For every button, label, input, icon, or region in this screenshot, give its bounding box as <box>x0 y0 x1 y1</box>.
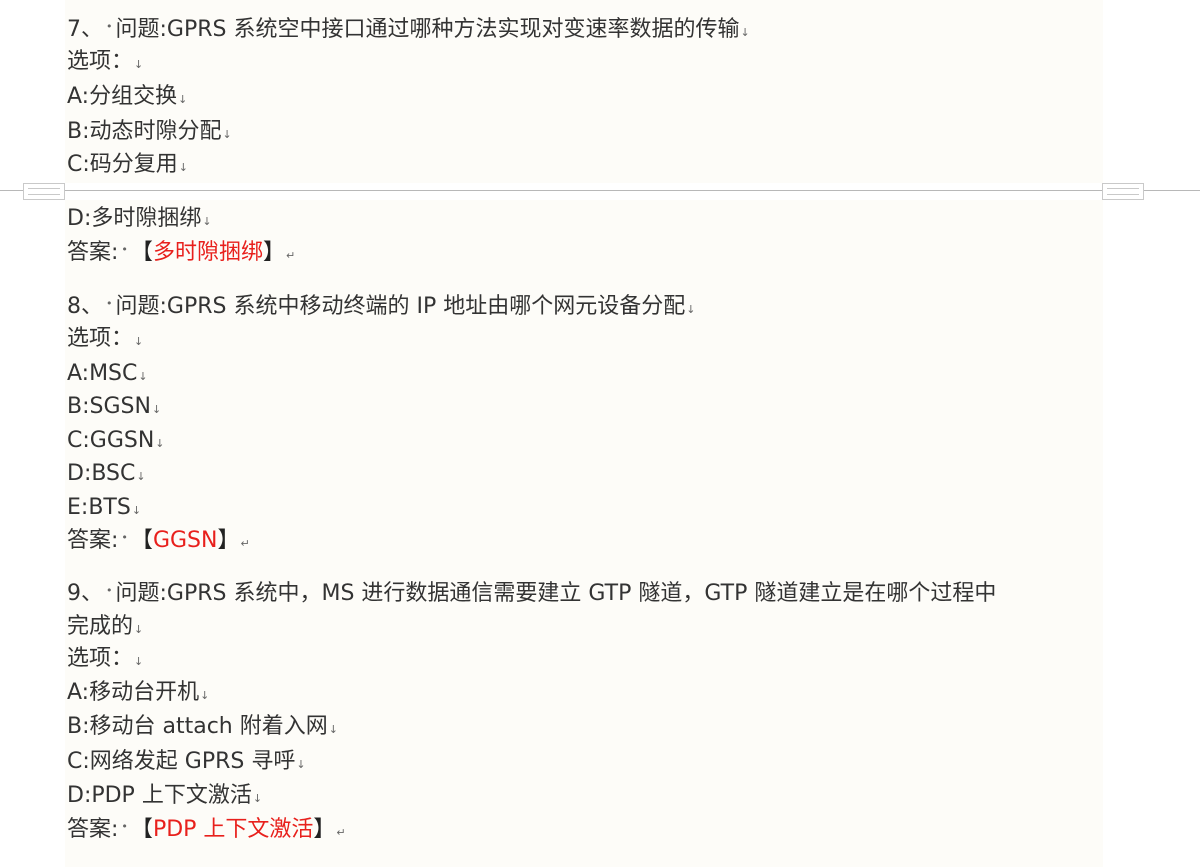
answer-value: GGSN <box>152 528 218 553</box>
question-7-option-a: A:分组交换↓ <box>67 84 188 109</box>
line-break-mark: ↓ <box>134 655 144 668</box>
page-break-line <box>0 190 1200 191</box>
question-7-options-label: 选项：↓ <box>67 49 144 74</box>
bullet-mark: • <box>121 820 128 833</box>
answer-value: 多时隙捆绑 <box>152 240 263 265</box>
line-break-mark: ↓ <box>134 58 144 71</box>
line-break-mark: ↓ <box>131 504 142 517</box>
line-break-mark: ↓ <box>178 93 188 106</box>
question-9-option-d: D:PDP 上下文激活↓ <box>67 783 263 808</box>
line-break-mark: ↓ <box>151 403 162 416</box>
bullet-mark: • <box>121 243 128 256</box>
question-8-option-d: D:BSC↓ <box>67 461 146 486</box>
answer-label: 答案: <box>67 240 119 265</box>
question-8-option-b: B:SGSN↓ <box>67 394 162 419</box>
question-7-title: 7、 • 问题:GPRS 系统空中接口通过哪种方法实现对变速率数据的传输↓ <box>67 16 750 47</box>
line-break-mark: ↓ <box>686 303 696 316</box>
answer-label: 答案: <box>67 528 119 553</box>
question-number: 7、 <box>67 17 103 42</box>
page-break-left-marker <box>23 183 65 200</box>
line-break-mark: ↓ <box>328 723 338 736</box>
line-break-mark: ↓ <box>200 689 210 702</box>
question-7-option-d: D:多时隙捆绑↓ <box>67 206 212 231</box>
question-7-answer: 答案: • 【多时隙捆绑】↵ <box>67 240 296 265</box>
line-break-mark: ↓ <box>740 26 750 39</box>
bullet-mark: • <box>121 531 128 544</box>
line-break-mark: ↓ <box>155 437 165 450</box>
paragraph-mark: ↵ <box>240 537 250 550</box>
question-number: 8、 <box>67 294 103 319</box>
question-8-options-label: 选项：↓ <box>67 326 144 351</box>
question-9-title: 9、 • 问题:GPRS 系统中，MS 进行数据通信需要建立 GTP 隧道，GTP … <box>67 580 996 611</box>
bullet-mark: • <box>106 297 113 310</box>
question-text: 问题:GPRS 系统空中接口通过哪种方法实现对变速率数据的传输 <box>115 17 740 42</box>
question-9-options-label: 选项：↓ <box>67 646 144 671</box>
question-8-option-c: C:GGSN↓ <box>67 428 165 453</box>
paragraph-mark: ↵ <box>336 826 346 839</box>
question-7-option-c: C:码分复用↓ <box>67 152 188 177</box>
question-9-answer: 答案: • 【PDP 上下文激活】↵ <box>67 817 346 842</box>
question-8-title: 8、 • 问题:GPRS 系统中移动终端的 IP 地址由哪个网元设备分配↓ <box>67 293 695 324</box>
question-7-option-b: B:动态时隙分配↓ <box>67 119 232 144</box>
question-9-option-a: A:移动台开机↓ <box>67 680 210 705</box>
line-break-mark: ↓ <box>296 758 306 771</box>
line-break-mark: ↓ <box>178 161 188 174</box>
line-break-mark: ↓ <box>136 470 146 483</box>
question-8-option-a: A:MSC↓ <box>67 361 148 386</box>
question-8-answer: 答案: • 【GGSN】↵ <box>67 528 250 553</box>
line-break-mark: ↓ <box>138 370 148 383</box>
answer-label: 答案: <box>67 817 119 842</box>
question-9-title-continued: 完成的↓ <box>67 614 144 639</box>
answer-value: PDP 上下文激活 <box>152 817 314 842</box>
bullet-mark: • <box>106 20 113 33</box>
page-break-right-marker <box>1102 183 1144 200</box>
line-break-mark: ↓ <box>134 335 144 348</box>
line-break-mark: ↓ <box>202 215 212 228</box>
line-break-mark: ↓ <box>134 623 144 636</box>
question-8-option-e: E:BTS↓ <box>67 495 142 520</box>
question-number: 9、 <box>67 581 103 606</box>
bullet-mark: • <box>106 584 113 597</box>
question-text: 问题:GPRS 系统中，MS 进行数据通信需要建立 GTP 隧道，GTP 隧道建… <box>115 581 997 606</box>
question-text: 问题:GPRS 系统中移动终端的 IP 地址由哪个网元设备分配 <box>115 294 686 319</box>
paragraph-mark: ↵ <box>285 249 296 262</box>
question-9-option-b: B:移动台 attach 附着入网↓ <box>67 714 338 739</box>
question-9-option-c: C:网络发起 GPRS 寻呼↓ <box>67 749 306 774</box>
line-break-mark: ↓ <box>252 792 263 805</box>
line-break-mark: ↓ <box>222 128 232 141</box>
